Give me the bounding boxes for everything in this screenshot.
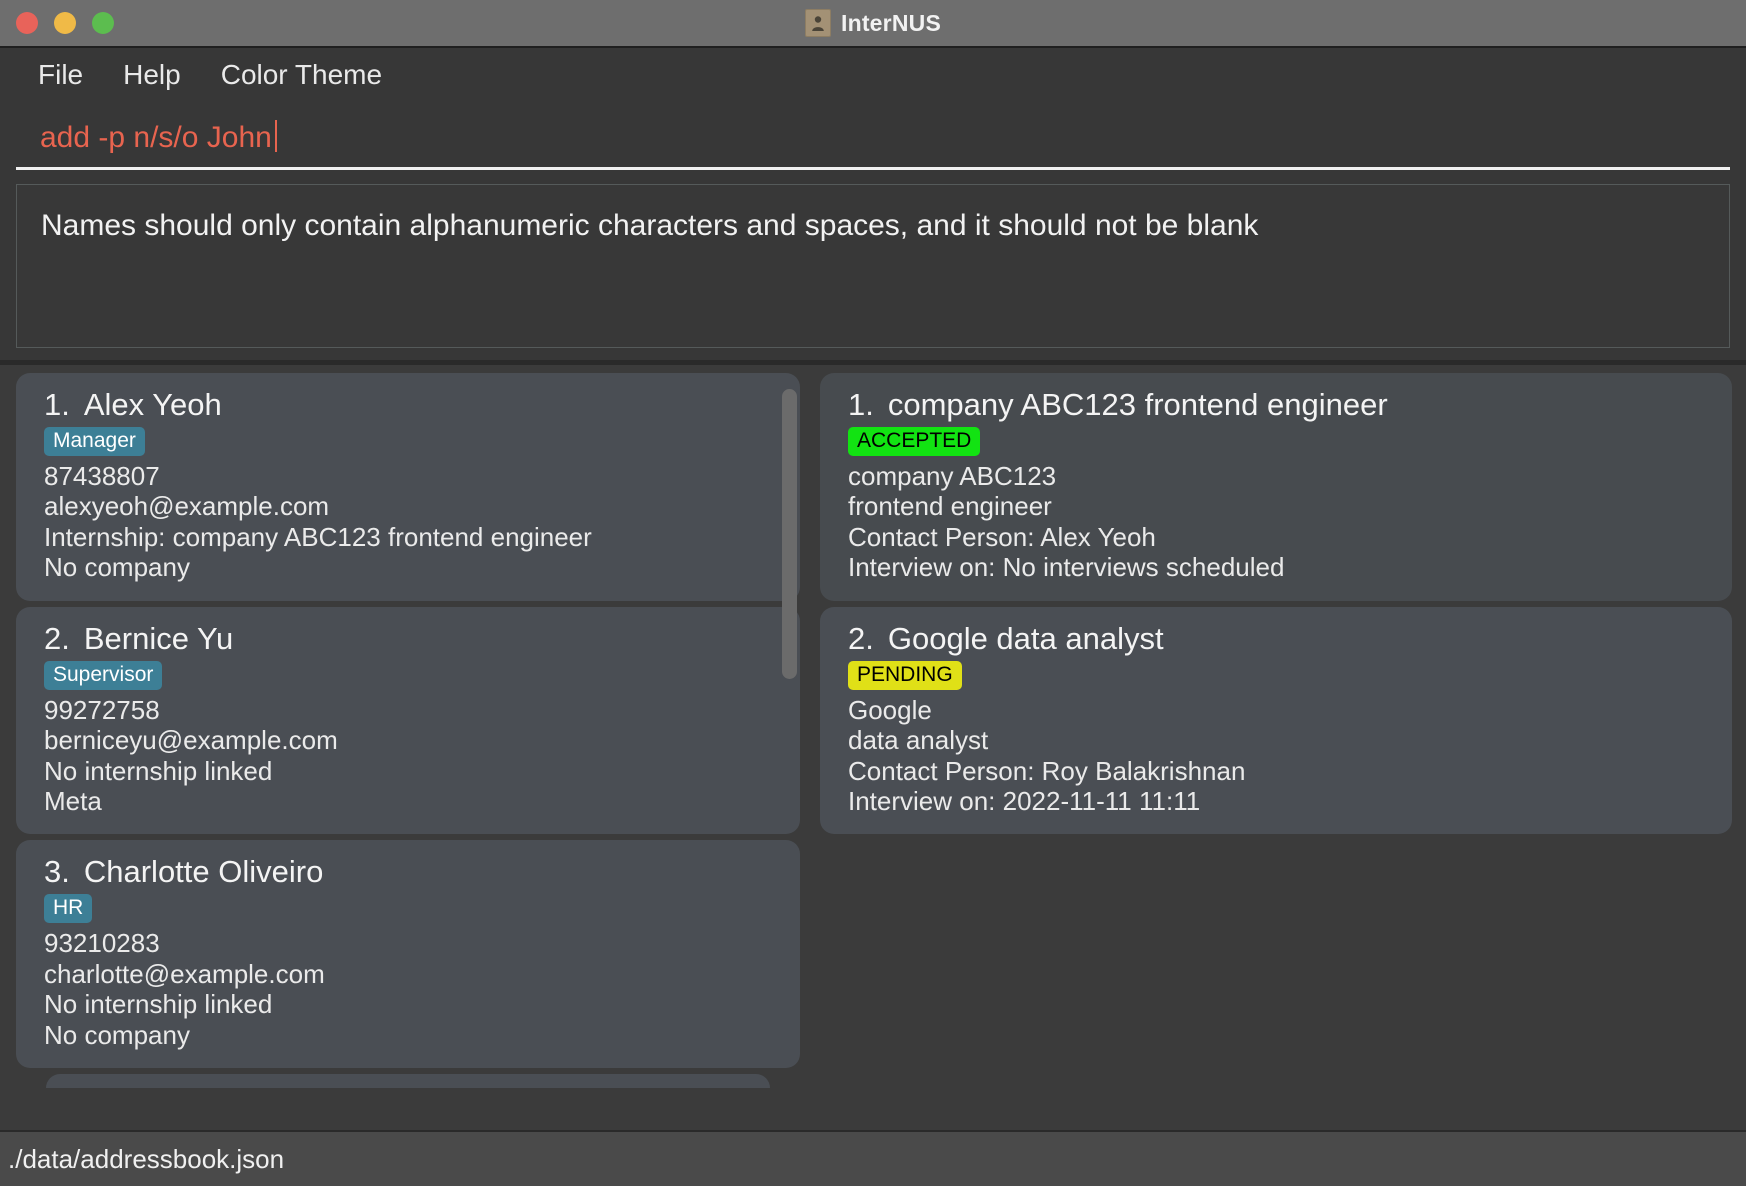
internship-company: company ABC123 [848,461,1057,492]
close-window-button[interactable] [16,12,38,34]
person-card-name: Charlotte Oliveiro [83,854,324,890]
person-tag-badge: Supervisor [44,660,163,690]
result-display-container: Names should only contain alphanumeric c… [0,170,1746,360]
internship-status-badge: PENDING [848,660,962,690]
internship-card-name: Google data analyst [887,620,1164,656]
command-input-field[interactable]: add -p n/s/o John [16,115,1730,170]
internship-status-badge: ACCEPTED [848,427,981,457]
person-internship: No internship linked [44,755,273,786]
person-card-index: 2. [44,620,70,656]
internship-card[interactable]: 1. company ABC123 frontend engineer ACCEP… [820,373,1732,601]
person-card-title: 2. Bernice Yu [44,621,772,657]
person-list-scrollbar-thumb[interactable] [782,389,797,679]
save-location-status: ./data/addressbook.json [8,1143,285,1174]
person-phone: 87438807 [44,461,160,492]
person-card[interactable]: 3. Charlotte Oliveiro HR 93210283 charlot… [16,840,800,1069]
person-list-scrollbar[interactable] [778,381,800,1130]
person-email: charlotte@example.com [44,958,325,989]
person-email: alexyeoh@example.com [44,491,330,522]
command-input-container: add -p n/s/o John [0,102,1746,170]
internship-card[interactable]: 2. Google data analyst PENDING Google dat… [820,606,1732,835]
minimize-window-button[interactable] [54,12,76,34]
person-card[interactable]: 2. Bernice Yu Supervisor 99272758 bernice… [16,606,800,835]
status-bar: ./data/addressbook.json [0,1130,1746,1186]
internship-interview-date: Interview on: 2022-11-11 11:11 [848,785,1201,816]
person-card-name: Alex Yeoh [83,387,222,422]
internship-card-index: 2. [848,620,874,656]
person-card-name: Bernice Yu [83,620,234,656]
text-caret [274,120,277,152]
person-card-index: 1. [44,387,70,422]
person-internship: Internship: company ABC123 frontend engi… [44,521,592,552]
internship-contact-person: Contact Person: Roy Balakrishnan [848,755,1246,786]
internship-list-panel: 1. company ABC123 frontend engineer ACCEP… [800,373,1746,1130]
internship-card-name: company ABC123 frontend engineer [887,387,1388,422]
internship-card-title: 2. Google data analyst [848,621,1704,657]
address-book-icon [804,9,831,37]
internship-role: data analyst [848,725,989,756]
window-controls [0,12,114,34]
menu-item-file[interactable]: File [22,55,99,95]
person-list-panel: 1. Alex Yeoh Manager 87438807 alexyeoh@ex… [0,373,800,1130]
window-title-group: InterNUS [0,0,1746,46]
person-phone: 99272758 [44,694,160,725]
person-company: Meta [44,785,102,816]
person-company: No company [44,552,190,583]
person-tag-badge: HR [44,894,93,924]
person-card-partial[interactable] [46,1074,770,1089]
title-bar: InterNUS [0,0,1746,46]
menu-item-color-theme[interactable]: Color Theme [205,55,398,95]
internship-company: Google [848,694,932,725]
person-internship: No internship linked [44,989,273,1020]
result-message: Names should only contain alphanumeric c… [41,209,1259,242]
result-display-box: Names should only contain alphanumeric c… [16,184,1730,348]
internship-card-title: 1. company ABC123 frontend engineer [848,387,1704,423]
person-email: berniceyu@example.com [44,725,338,756]
internship-card-index: 1. [848,387,874,422]
internship-role: frontend engineer [848,491,1052,522]
person-card[interactable]: 1. Alex Yeoh Manager 87438807 alexyeoh@ex… [16,373,800,601]
menu-bar: File Help Color Theme [0,46,1746,102]
person-phone: 93210283 [44,928,160,959]
lists-area: 1. Alex Yeoh Manager 87438807 alexyeoh@ex… [0,360,1746,1130]
person-card-title: 3. Charlotte Oliveiro [44,854,772,890]
person-card-title: 1. Alex Yeoh [44,387,772,423]
person-company: No company [44,1019,190,1050]
command-input-value: add -p n/s/o John [40,121,272,154]
person-card-index: 3. [44,854,70,890]
window-title: InterNUS [840,9,941,36]
internship-contact-person: Contact Person: Alex Yeoh [848,521,1156,552]
menu-item-help[interactable]: Help [107,55,197,95]
internship-interview-date: Interview on: No interviews scheduled [848,552,1285,583]
application-window: InterNUS File Help Color Theme add -p n/… [0,0,1746,1186]
person-tag-badge: Manager [44,427,145,457]
maximize-window-button[interactable] [92,12,114,34]
